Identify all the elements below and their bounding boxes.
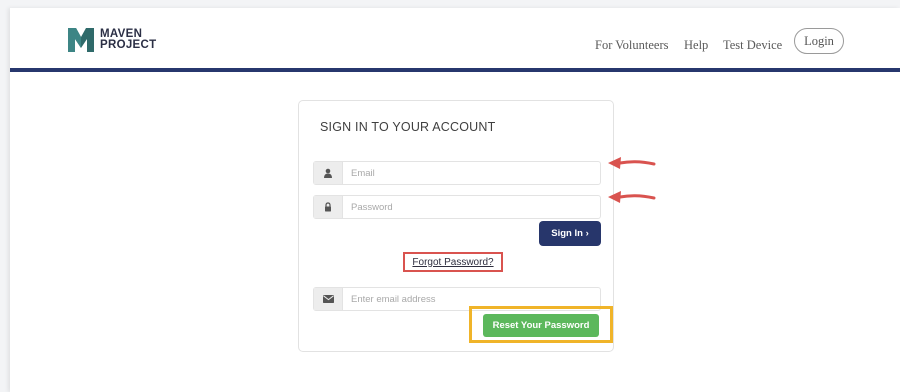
nav-for-volunteers[interactable]: For Volunteers [595,38,669,53]
page: MAVEN PROJECT For Volunteers Help Test D… [10,8,900,392]
site-header: MAVEN PROJECT For Volunteers Help Test D… [10,8,900,68]
nav-help[interactable]: Help [684,38,708,53]
lock-icon [314,196,343,218]
card-title: SIGN IN TO YOUR ACCOUNT [320,120,496,134]
password-annotation-arrow-icon [608,191,656,203]
email-input-group [313,161,601,185]
reset-password-highlight: Reset Your Password [469,306,613,343]
password-input[interactable] [343,196,599,218]
password-input-group [313,195,601,219]
login-button[interactable]: Login [794,28,844,54]
nav-test-device[interactable]: Test Device [723,38,782,53]
sign-in-button[interactable]: Sign In › [539,221,601,246]
email-annotation-arrow-icon [608,157,656,169]
user-icon [314,162,343,184]
reset-password-button[interactable]: Reset Your Password [483,314,599,337]
top-nav: For Volunteers Help Test Device Login [10,28,900,58]
email-input[interactable] [343,162,599,184]
sign-in-card: SIGN IN TO YOUR ACCOUNT Sign In › Forgo [298,100,614,352]
forgot-password-highlight: Forgot Password? [403,252,503,272]
envelope-icon [314,288,343,310]
forgot-password-link[interactable]: Forgot Password? [412,257,493,268]
header-divider [10,68,900,72]
